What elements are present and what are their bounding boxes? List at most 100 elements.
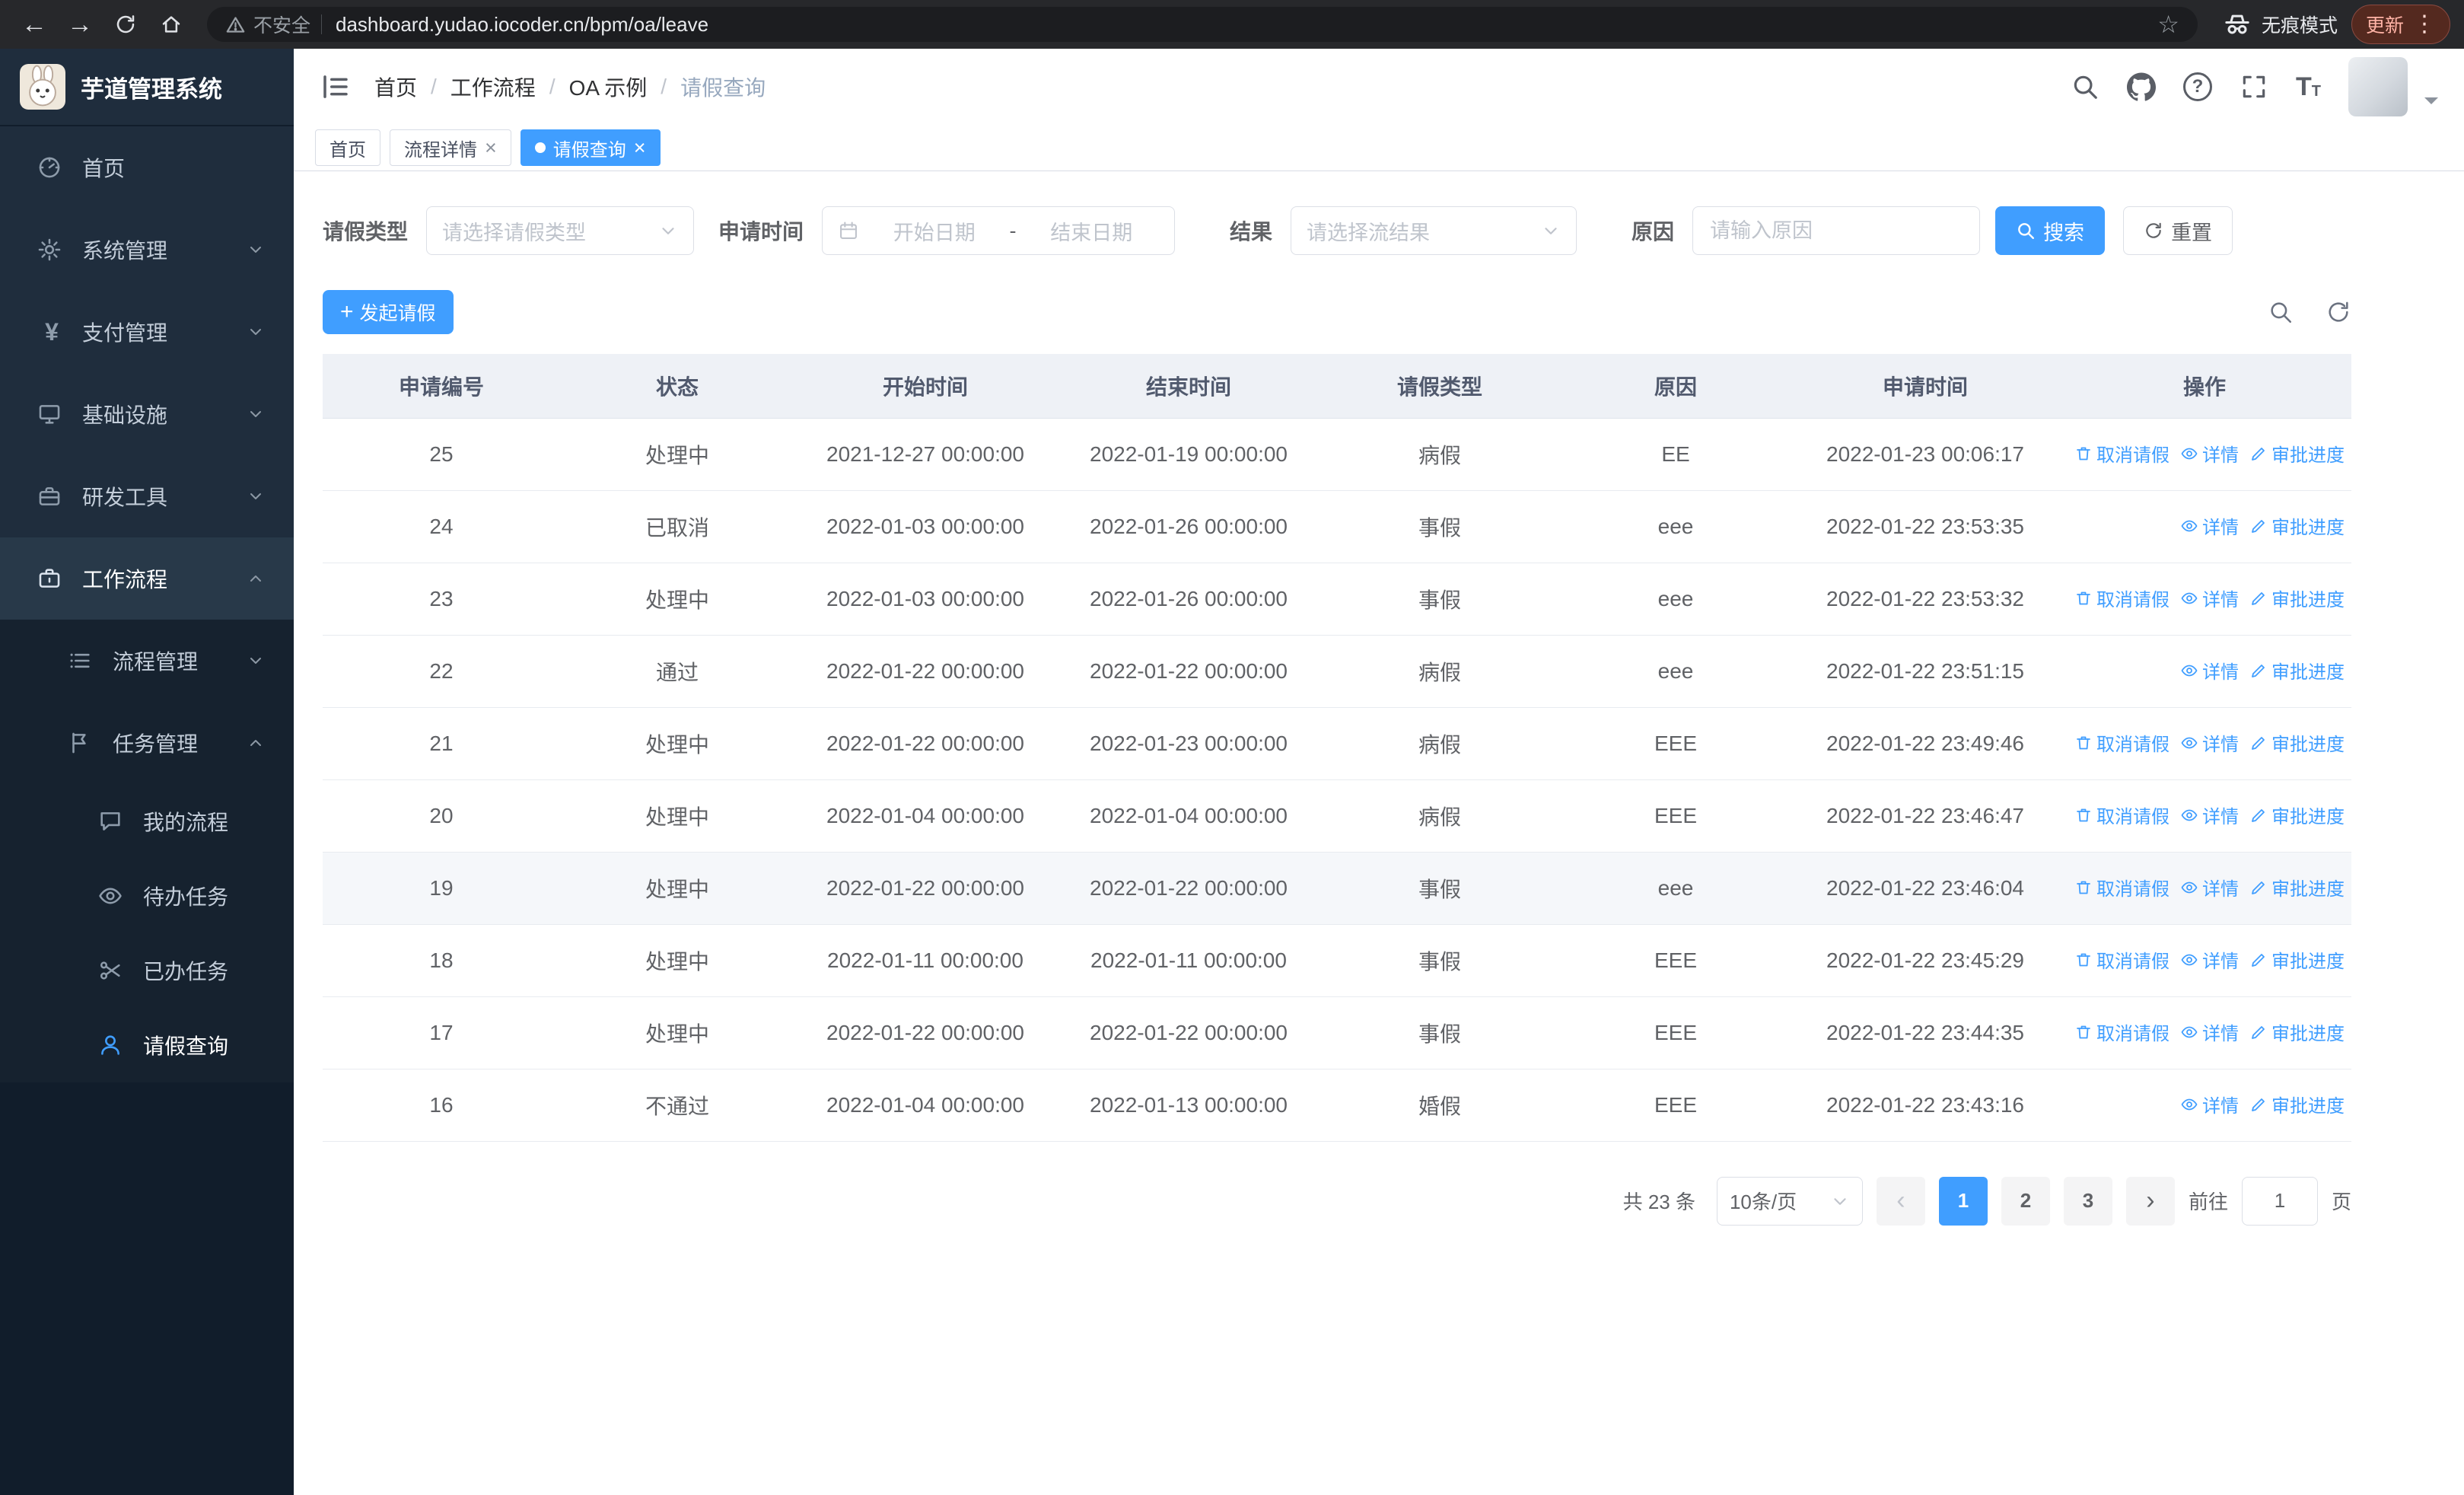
detail-link[interactable]: 详情 xyxy=(2180,729,2239,756)
close-icon[interactable]: × xyxy=(485,137,497,158)
cancel-leave-link[interactable]: 取消请假 xyxy=(2074,729,2170,756)
approval-progress-link[interactable]: 审批进度 xyxy=(2249,440,2345,467)
cell-leave-type: 事假 xyxy=(1321,490,1558,563)
approval-progress-link[interactable]: 审批进度 xyxy=(2249,802,2345,828)
tab-leave-query[interactable]: 请假查询 × xyxy=(520,129,661,166)
tab-label: 流程详情 xyxy=(404,139,477,161)
cancel-leave-link[interactable]: 取消请假 xyxy=(2074,874,2170,901)
detail-link[interactable]: 详情 xyxy=(2180,874,2239,901)
op-label: 审批进度 xyxy=(2271,518,2345,539)
table-row[interactable]: 16 不通过 2022-01-04 00:00:00 2022-01-13 00… xyxy=(323,1069,2351,1142)
sidebar-item-home[interactable]: 首页 xyxy=(0,126,294,209)
search-icon[interactable] xyxy=(2071,72,2099,101)
cell-operations: 取消请假 详情 审批进度 xyxy=(2058,563,2351,636)
op-label: 取消请假 xyxy=(2096,952,2170,973)
next-page-button[interactable]: › xyxy=(2125,1176,2175,1226)
browser-reload-button[interactable] xyxy=(105,4,146,45)
page-size-select[interactable]: 10条/页 xyxy=(1716,1176,1863,1226)
sidebar-item-system[interactable]: 系统管理 xyxy=(0,209,294,291)
detail-link[interactable]: 详情 xyxy=(2180,1091,2239,1117)
cancel-leave-link[interactable]: 取消请假 xyxy=(2074,440,2170,467)
page-2-button[interactable]: 2 xyxy=(2001,1176,2050,1226)
goto-page-input[interactable] xyxy=(2241,1176,2318,1226)
detail-link[interactable]: 详情 xyxy=(2180,802,2239,828)
sidebar-item-devtools[interactable]: 研发工具 xyxy=(0,455,294,537)
detail-link[interactable]: 详情 xyxy=(2180,657,2239,684)
cell-end-time: 2022-01-23 00:00:00 xyxy=(1056,707,1321,780)
approval-progress-link[interactable]: 审批进度 xyxy=(2249,585,2345,611)
cell-apply-id: 21 xyxy=(323,707,560,780)
sidebar-collapse-icon[interactable] xyxy=(320,71,352,103)
approval-progress-link[interactable]: 审批进度 xyxy=(2249,874,2345,901)
browser-home-button[interactable] xyxy=(151,4,192,45)
table-row[interactable]: 19 处理中 2022-01-22 00:00:00 2022-01-22 00… xyxy=(323,852,2351,925)
app-logo[interactable]: 芋道管理系统 xyxy=(0,49,294,125)
sidebar-item-payment[interactable]: ¥ 支付管理 xyxy=(0,291,294,373)
approval-progress-link[interactable]: 审批进度 xyxy=(2249,729,2345,756)
sidebar-item-infrastructure[interactable]: 基础设施 xyxy=(0,373,294,455)
table-refresh-icon[interactable] xyxy=(2326,299,2351,325)
github-icon[interactable] xyxy=(2127,72,2156,101)
table-row[interactable]: 18 处理中 2022-01-11 00:00:00 2022-01-11 00… xyxy=(323,924,2351,997)
fullscreen-icon[interactable] xyxy=(2240,72,2268,101)
approval-progress-link[interactable]: 审批进度 xyxy=(2249,1091,2345,1117)
bookmark-star-icon[interactable]: ☆ xyxy=(2157,10,2179,39)
sidebar-item-task-management[interactable]: 任务管理 xyxy=(0,702,294,784)
table-row[interactable]: 22 通过 2022-01-22 00:00:00 2022-01-22 00:… xyxy=(323,635,2351,708)
apply-time-range-picker[interactable]: 开始日期 - 结束日期 xyxy=(822,206,1176,255)
leave-type-select[interactable]: 请选择请假类型 xyxy=(426,206,695,255)
approval-progress-link[interactable]: 审批进度 xyxy=(2249,657,2345,684)
chevron-up-icon xyxy=(247,734,265,752)
table-row[interactable]: 21 处理中 2022-01-22 00:00:00 2022-01-23 00… xyxy=(323,707,2351,780)
table-row[interactable]: 17 处理中 2022-01-22 00:00:00 2022-01-22 00… xyxy=(323,996,2351,1069)
tab-home[interactable]: 首页 xyxy=(315,129,380,166)
help-icon[interactable]: ? xyxy=(2183,72,2212,101)
reason-input[interactable] xyxy=(1692,206,1981,255)
approval-progress-link[interactable]: 审批进度 xyxy=(2249,1018,2345,1045)
cancel-leave-link[interactable]: 取消请假 xyxy=(2074,802,2170,828)
breadcrumb-oa-example[interactable]: OA 示例 xyxy=(569,72,648,102)
tab-process-detail[interactable]: 流程详情 × xyxy=(390,129,511,166)
cancel-leave-link[interactable]: 取消请假 xyxy=(2074,1018,2170,1045)
browser-back-button[interactable]: ← xyxy=(14,4,55,45)
table-row[interactable]: 23 处理中 2022-01-03 00:00:00 2022-01-26 00… xyxy=(323,563,2351,636)
create-leave-button[interactable]: + 发起请假 xyxy=(323,290,454,334)
close-icon[interactable]: × xyxy=(634,137,646,158)
avatar-dropdown-caret-icon[interactable] xyxy=(2424,97,2438,111)
detail-link[interactable]: 详情 xyxy=(2180,585,2239,611)
avatar[interactable] xyxy=(2348,57,2408,116)
sidebar-item-done-tasks[interactable]: 已办任务 xyxy=(0,933,294,1008)
page-3-button[interactable]: 3 xyxy=(2063,1176,2112,1226)
sidebar-item-leave-query[interactable]: 请假查询 xyxy=(0,1008,294,1082)
breadcrumb-home[interactable]: 首页 xyxy=(374,72,417,102)
table-row[interactable]: 24 已取消 2022-01-03 00:00:00 2022-01-26 00… xyxy=(323,490,2351,563)
browser-menu-icon[interactable]: ⋮ xyxy=(2413,13,2436,36)
reset-button[interactable]: 重置 xyxy=(2123,206,2233,255)
page-1-button[interactable]: 1 xyxy=(1938,1176,1988,1226)
table-search-toggle-icon[interactable] xyxy=(2268,299,2294,325)
table-row[interactable]: 20 处理中 2022-01-04 00:00:00 2022-01-04 00… xyxy=(323,779,2351,853)
prev-page-button[interactable]: ‹ xyxy=(1876,1176,1925,1226)
detail-link[interactable]: 详情 xyxy=(2180,946,2239,973)
search-button[interactable]: 搜索 xyxy=(1995,206,2106,255)
cancel-leave-link[interactable]: 取消请假 xyxy=(2074,585,2170,611)
goto-label: 前往 xyxy=(2188,1191,2228,1213)
detail-link[interactable]: 详情 xyxy=(2180,1018,2239,1045)
detail-link[interactable]: 详情 xyxy=(2180,440,2239,467)
font-size-icon[interactable]: T T xyxy=(2296,74,2321,100)
sidebar-item-todo-tasks[interactable]: 待办任务 xyxy=(0,859,294,933)
approval-progress-link[interactable]: 审批进度 xyxy=(2249,512,2345,539)
approval-progress-link[interactable]: 审批进度 xyxy=(2249,946,2345,973)
sidebar-item-my-process[interactable]: 我的流程 xyxy=(0,784,294,859)
breadcrumb-workflow[interactable]: 工作流程 xyxy=(450,72,536,102)
detail-link[interactable]: 详情 xyxy=(2180,512,2239,539)
sidebar-item-workflow[interactable]: 工作流程 xyxy=(0,537,294,620)
address-bar[interactable]: 不安全 dashboard.yudao.iocoder.cn/bpm/oa/le… xyxy=(207,7,2198,42)
cancel-leave-link[interactable]: 取消请假 xyxy=(2074,946,2170,973)
browser-forward-button[interactable]: → xyxy=(59,4,100,45)
table-row[interactable]: 25 处理中 2021-12-27 00:00:00 2022-01-19 00… xyxy=(323,418,2351,491)
sidebar-item-process-management[interactable]: 流程管理 xyxy=(0,620,294,702)
result-select[interactable]: 请选择流结果 xyxy=(1291,206,1577,255)
edit-icon xyxy=(2252,953,2265,967)
browser-update-button[interactable]: 更新 ⋮ xyxy=(2351,5,2450,44)
